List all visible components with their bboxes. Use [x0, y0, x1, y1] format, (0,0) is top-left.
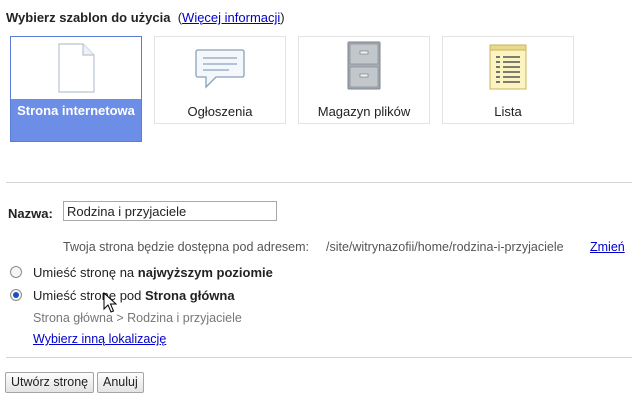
template-tile-label: Magazyn plików: [317, 104, 411, 119]
template-tile-label: Lista: [494, 104, 522, 119]
page-name-input[interactable]: [63, 201, 277, 221]
template-tile-list[interactable]: Lista: [442, 36, 574, 124]
list-notepad-icon: [488, 43, 528, 94]
template-tile-web-page[interactable]: Strona internetowa: [10, 36, 142, 142]
address-note: Twoja strona będzie dostępna pod adresem…: [63, 240, 309, 254]
template-heading-title: Wybierz szablon do użycia: [6, 10, 171, 25]
radio-top-level[interactable]: [10, 266, 22, 278]
create-page-button[interactable]: Utwórz stronę: [5, 372, 95, 393]
radio-under-home[interactable]: [10, 289, 22, 301]
choose-other-location-link[interactable]: Wybierz inną lokalizację: [33, 332, 166, 346]
announcement-speech-bubble-icon: [194, 47, 246, 94]
radio-under-home-label[interactable]: Umieść stronę pod Strona główna: [33, 288, 235, 303]
file-cabinet-icon: [346, 41, 382, 94]
divider-top: [6, 182, 632, 183]
template-tile-file-cabinet[interactable]: Magazyn plików: [298, 36, 430, 124]
paren-close: ): [280, 10, 285, 25]
template-tile-announcements[interactable]: Ogłoszenia: [154, 36, 286, 124]
divider-bottom: [6, 357, 632, 358]
template-tile-label: Strona internetowa: [17, 103, 135, 118]
radio-top-level-label[interactable]: Umieść stronę na najwyższym poziomie: [33, 265, 273, 280]
mouse-pointer-icon: [103, 291, 118, 317]
address-path: /site/witrynazofii/home/rodzina-i-przyja…: [326, 240, 564, 254]
location-path: Strona główna > Rodzina i przyjaciele: [33, 311, 242, 325]
web-page-icon: [56, 43, 96, 96]
template-tile-label: Ogłoszenia: [187, 104, 253, 119]
name-label: Nazwa:: [8, 206, 53, 221]
change-address-link[interactable]: Zmień: [590, 240, 625, 254]
cancel-button[interactable]: Anuluj: [97, 372, 144, 393]
more-info-link[interactable]: Więcej informacji: [182, 10, 280, 25]
template-heading: Wybierz szablon do użycia (Więcej inform…: [6, 10, 285, 25]
